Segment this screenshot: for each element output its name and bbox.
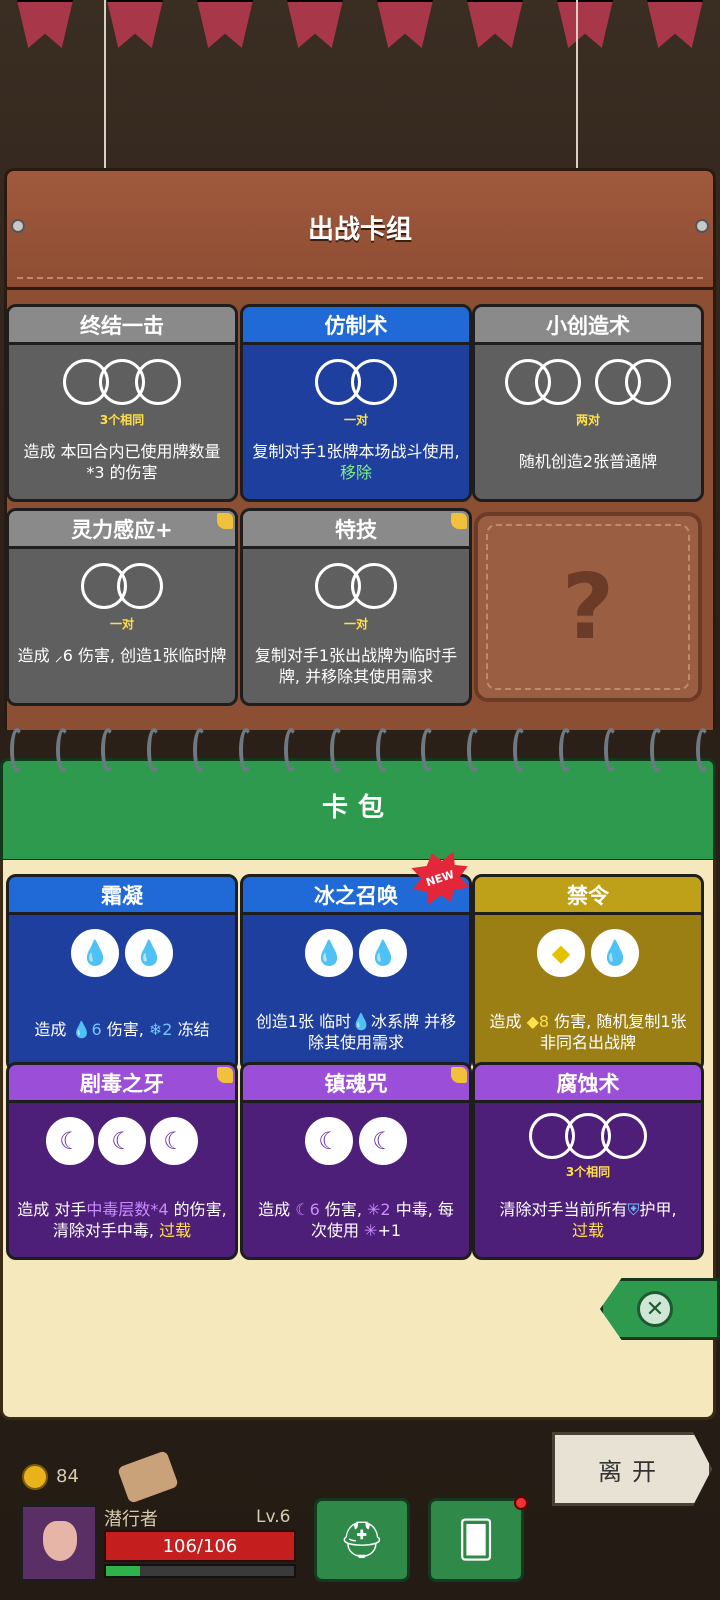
card-description: 创造1张 临时💧冰系牌 并移除其使用需求: [255, 1012, 457, 1052]
card-description: 复制对手1张出战牌为临时手牌, 并移除其使用需求: [254, 646, 458, 686]
leave-button[interactable]: 离开: [552, 1432, 712, 1506]
pack-card-ice-summon[interactable]: 冰之召唤 💧 💧 创造1张 临时💧冰系牌 并移除其使用需求: [240, 874, 472, 1072]
cards-button[interactable]: 🂠: [428, 1498, 524, 1582]
pack-card-prohibition[interactable]: 禁令 ◆ 💧 造成 ◆8 伤害, 随机复制1张非同名出战牌: [472, 874, 704, 1072]
hp-bar: 106/106: [104, 1530, 296, 1562]
moon-icon: ☾: [98, 1117, 146, 1165]
deck-card-imitation[interactable]: 仿制术 一对 复制对手1张牌本场战斗使用,移除: [240, 304, 472, 502]
question-mark-icon: ?: [486, 524, 690, 690]
upgrade-corner-icon: [217, 513, 233, 529]
bunting-decoration: [0, 0, 720, 60]
deck-card-spirit-sense[interactable]: 灵力感应+ 一对 造成 ⸝6 伤害, 创造1张临时牌: [6, 508, 238, 706]
close-icon[interactable]: ✕: [637, 1291, 673, 1327]
card-title: 仿制术: [243, 307, 469, 345]
pack-card-corrosion[interactable]: 腐蚀术 3个相同 清除对手当前所有⛨护甲, 过载: [472, 1062, 704, 1260]
diamond-icon: ◆: [537, 929, 585, 977]
card-cost-gems: 💧 💧: [9, 929, 235, 977]
card-cost-gems: ☾ ☾ ☾: [9, 1117, 235, 1165]
card-description: 清除对手当前所有⛨护甲, 过载: [499, 1200, 677, 1240]
pack-header-board: 卡包: [0, 758, 716, 862]
xp-bar: [104, 1564, 296, 1578]
pack-card-soul-suppress[interactable]: 镇魂咒 ☾ ☾ 造成 ☾6 伤害, ✳2 中毒, 每次使用 ✳+1: [240, 1062, 472, 1260]
coin-count: 84: [56, 1466, 79, 1487]
card-title: 腐蚀术: [475, 1065, 701, 1103]
moon-icon: ☾: [46, 1117, 94, 1165]
card-description: 造成 对手中毒层数*4 的伤害, 清除对手中毒, 过载: [17, 1200, 227, 1240]
card-requirement: 一对: [343, 617, 368, 631]
equipment-button[interactable]: ⛑: [314, 1498, 410, 1582]
moon-icon: ☾: [150, 1117, 198, 1165]
card-description: 造成 💧6 伤害, ❄2 冻结: [34, 1020, 210, 1039]
card-description: 随机创造2张普通牌: [518, 452, 658, 471]
card-description: 造成 本回合内已使用牌数量*3 的伤害: [23, 442, 221, 482]
upgrade-corner-icon: [451, 1067, 467, 1083]
deck-card-finishing-blow[interactable]: 终结一击 3个相同 造成 本回合内已使用牌数量*3 的伤害: [6, 304, 238, 502]
deck-header-board: 出战卡组: [4, 168, 716, 290]
water-drop-icon: 💧: [305, 929, 353, 977]
water-drop-icon: 💧: [125, 929, 173, 977]
card-title: 小创造术: [475, 307, 701, 345]
card-description: 复制对手1张牌本场战斗使用,移除: [252, 442, 460, 482]
card-title: 灵力感应+: [9, 511, 235, 549]
pack-title: 卡包: [321, 793, 394, 823]
upgrade-corner-icon: [451, 513, 467, 529]
card-title: 禁令: [475, 877, 701, 915]
moon-icon: ☾: [305, 1117, 353, 1165]
empty-deck-slot[interactable]: ?: [474, 512, 702, 702]
card-description: 造成 ☾6 伤害, ✳2 中毒, 每次使用 ✳+1: [258, 1200, 454, 1240]
coin-icon: [22, 1464, 48, 1490]
card-requirement: 一对: [109, 617, 134, 631]
card-cost-gems: 💧 💧: [243, 929, 469, 977]
player-level: Lv.6: [256, 1507, 291, 1527]
card-cost-rings: [243, 563, 469, 609]
deck-title: 出战卡组: [307, 215, 412, 245]
card-description: 造成 ⸝6 伤害, 创造1张临时牌: [17, 646, 227, 665]
pack-card-frost[interactable]: 霜凝 💧 💧 造成 💧6 伤害, ❄2 冻结: [6, 874, 238, 1072]
card-title: 镇魂咒: [243, 1065, 469, 1103]
avatar[interactable]: [20, 1504, 98, 1582]
upgrade-corner-icon: [217, 1067, 233, 1083]
deck-card-stunt[interactable]: 特技 一对 复制对手1张出战牌为临时手牌, 并移除其使用需求: [240, 508, 472, 706]
water-drop-icon: 💧: [359, 929, 407, 977]
binder-rings: [10, 728, 710, 772]
card-cost-rings: [475, 1113, 701, 1159]
card-requirement: 两对: [575, 413, 600, 427]
xp-bar-fill: [106, 1566, 140, 1576]
card-cost-rings: [475, 359, 701, 405]
card-cost-gems: ◆ 💧: [475, 929, 701, 977]
card-title: 特技: [243, 511, 469, 549]
notification-dot: [514, 1496, 528, 1510]
viking-helmet-icon: ⛑: [339, 1520, 385, 1561]
player-name: 潜行者: [104, 1509, 158, 1530]
card-requirement: 一对: [343, 413, 368, 427]
card-cost-rings: [243, 359, 469, 405]
card-title: 霜凝: [9, 877, 235, 915]
water-drop-icon: 💧: [591, 929, 639, 977]
card-requirement: 3个相同: [99, 413, 145, 427]
water-drop-icon: 💧: [71, 929, 119, 977]
card-cost-rings: [9, 563, 235, 609]
card-requirement: 3个相同: [565, 1165, 611, 1179]
card-cost-gems: ☾ ☾: [243, 1117, 469, 1165]
pack-card-venom-fang[interactable]: 剧毒之牙 ☾ ☾ ☾ 造成 对手中毒层数*4 的伤害, 清除对手中毒, 过载: [6, 1062, 238, 1260]
cards-icon: 🂠: [457, 1519, 495, 1561]
deck-card-minor-creation[interactable]: 小创造术 两对 随机创造2张普通牌: [472, 304, 704, 502]
card-title: 剧毒之牙: [9, 1065, 235, 1103]
card-description: 造成 ◆8 伤害, 随机复制1张非同名出战牌: [489, 1012, 687, 1052]
card-cost-rings: [9, 359, 235, 405]
moon-icon: ☾: [359, 1117, 407, 1165]
card-title: 终结一击: [9, 307, 235, 345]
